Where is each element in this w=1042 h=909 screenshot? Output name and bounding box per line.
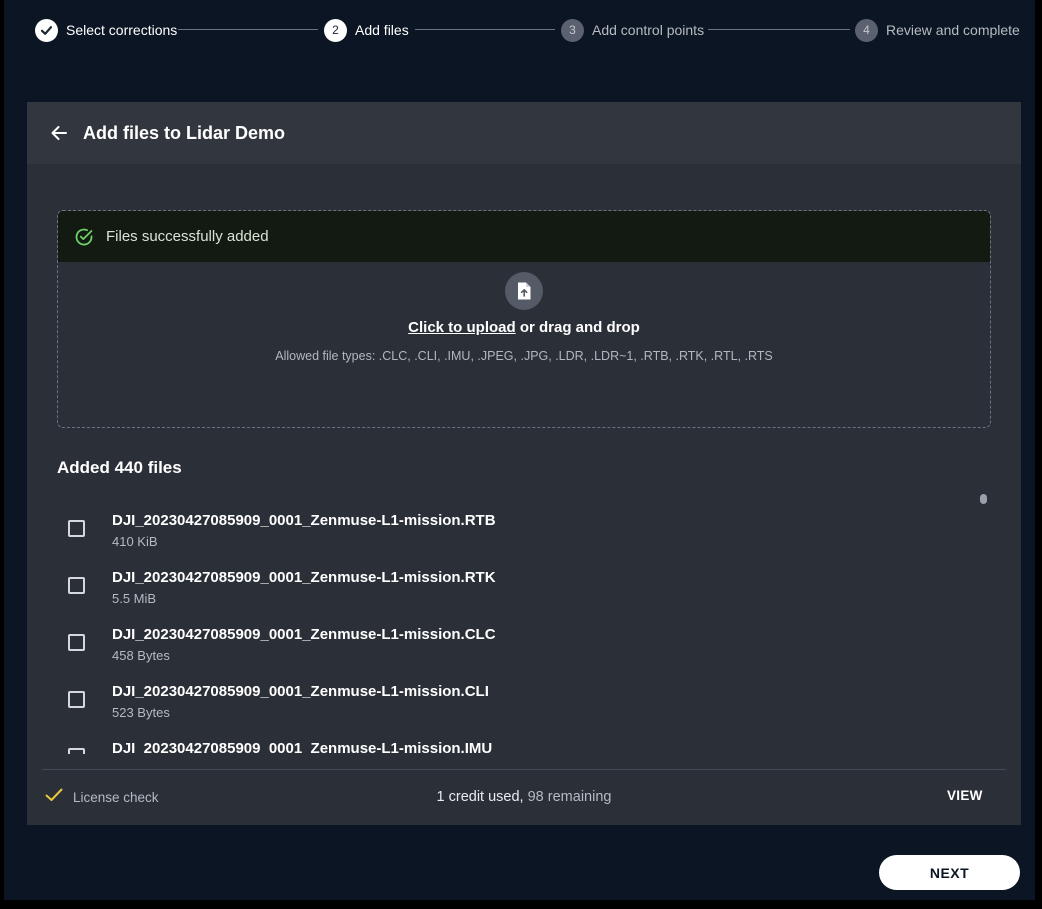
step-add-control-points[interactable]: 3 Add control points bbox=[561, 18, 704, 42]
file-size: 5.5 MiB bbox=[112, 591, 157, 606]
file-size: 458 Bytes bbox=[112, 648, 170, 663]
file-name: DJI_20230427085909_0001_Zenmuse-L1-missi… bbox=[112, 512, 496, 529]
file-name: DJI_20230427085909_0001_Zenmuse-L1-missi… bbox=[112, 569, 496, 586]
file-checkbox[interactable] bbox=[68, 520, 85, 537]
card-header: Add files to Lidar Demo bbox=[27, 102, 1021, 164]
allowed-file-types: Allowed file types: .CLC, .CLI, .IMU, .J… bbox=[275, 349, 773, 363]
next-button[interactable]: NEXT bbox=[879, 855, 1020, 890]
list-item: DJI_20230427085909_0001_Zenmuse-L1-missi… bbox=[57, 671, 991, 728]
file-name: DJI_20230427085909_0001_Zenmuse-L1-missi… bbox=[112, 683, 489, 700]
step-review-and-complete[interactable]: 4 Review and complete bbox=[855, 18, 1020, 42]
click-to-upload-link[interactable]: Click to upload bbox=[408, 319, 516, 336]
file-checkbox[interactable] bbox=[68, 634, 85, 651]
file-upload-icon bbox=[505, 272, 543, 310]
drag-drop-text: or drag and drop bbox=[515, 319, 640, 336]
step-number: 3 bbox=[561, 18, 584, 42]
success-message: Files successfully added bbox=[106, 228, 269, 245]
step-label: Add control points bbox=[592, 22, 705, 38]
progress-stepper: Select corrections 2 Add files 3 Add con… bbox=[4, 0, 1035, 60]
add-files-card: Add files to Lidar Demo Files successful… bbox=[27, 102, 1021, 825]
list-item: DJI_20230427085909_0001_Zenmuse-L1-missi… bbox=[57, 557, 991, 614]
file-size: 410 KiB bbox=[112, 534, 158, 549]
file-checkbox[interactable] bbox=[68, 691, 85, 708]
step-connector bbox=[415, 29, 555, 30]
footer-divider bbox=[42, 769, 1006, 770]
upload-instructions: Click to upload or drag and drop bbox=[58, 319, 990, 336]
added-files-heading: Added 440 files bbox=[57, 458, 182, 477]
credits-status: 1 credit used, 98 remaining bbox=[27, 789, 1021, 805]
step-label: Select corrections bbox=[66, 22, 178, 38]
credits-remaining: 98 remaining bbox=[523, 789, 612, 805]
step-select-corrections[interactable]: Select corrections bbox=[35, 18, 177, 42]
step-number: 2 bbox=[324, 18, 347, 42]
success-banner: Files successfully added bbox=[58, 211, 990, 262]
file-list[interactable]: DJI_20230427085909_0001_Zenmuse-L1-missi… bbox=[57, 500, 991, 754]
credits-used: 1 credit used, bbox=[436, 789, 524, 805]
checkmark-icon bbox=[35, 18, 58, 42]
list-item: DJI_20230427085909_0001_Zenmuse-L1-missi… bbox=[57, 728, 991, 754]
file-checkbox[interactable] bbox=[68, 577, 85, 594]
step-add-files[interactable]: 2 Add files bbox=[324, 18, 409, 42]
step-number: 4 bbox=[855, 18, 878, 42]
file-checkbox[interactable] bbox=[68, 748, 85, 754]
step-label: Add files bbox=[355, 22, 409, 38]
step-label: Review and complete bbox=[886, 22, 1020, 38]
file-size: 523 Bytes bbox=[112, 705, 170, 720]
file-dropzone[interactable]: Files successfully added Click to upload… bbox=[57, 210, 991, 428]
check-circle-icon bbox=[74, 227, 94, 247]
step-connector bbox=[708, 29, 850, 30]
list-item: DJI_20230427085909_0001_Zenmuse-L1-missi… bbox=[57, 614, 991, 671]
view-button[interactable]: VIEW bbox=[947, 788, 983, 803]
list-item: DJI_20230427085909_0001_Zenmuse-L1-missi… bbox=[57, 500, 991, 557]
app-window: Select corrections 2 Add files 3 Add con… bbox=[4, 0, 1035, 900]
file-name: DJI_20230427085909_0001_Zenmuse-L1-missi… bbox=[112, 626, 496, 643]
step-connector bbox=[178, 29, 318, 30]
arrow-left-icon[interactable] bbox=[49, 123, 69, 143]
file-name: DJI_20230427085909_0001_Zenmuse-L1-missi… bbox=[112, 740, 493, 754]
page-title: Add files to Lidar Demo bbox=[83, 122, 286, 143]
